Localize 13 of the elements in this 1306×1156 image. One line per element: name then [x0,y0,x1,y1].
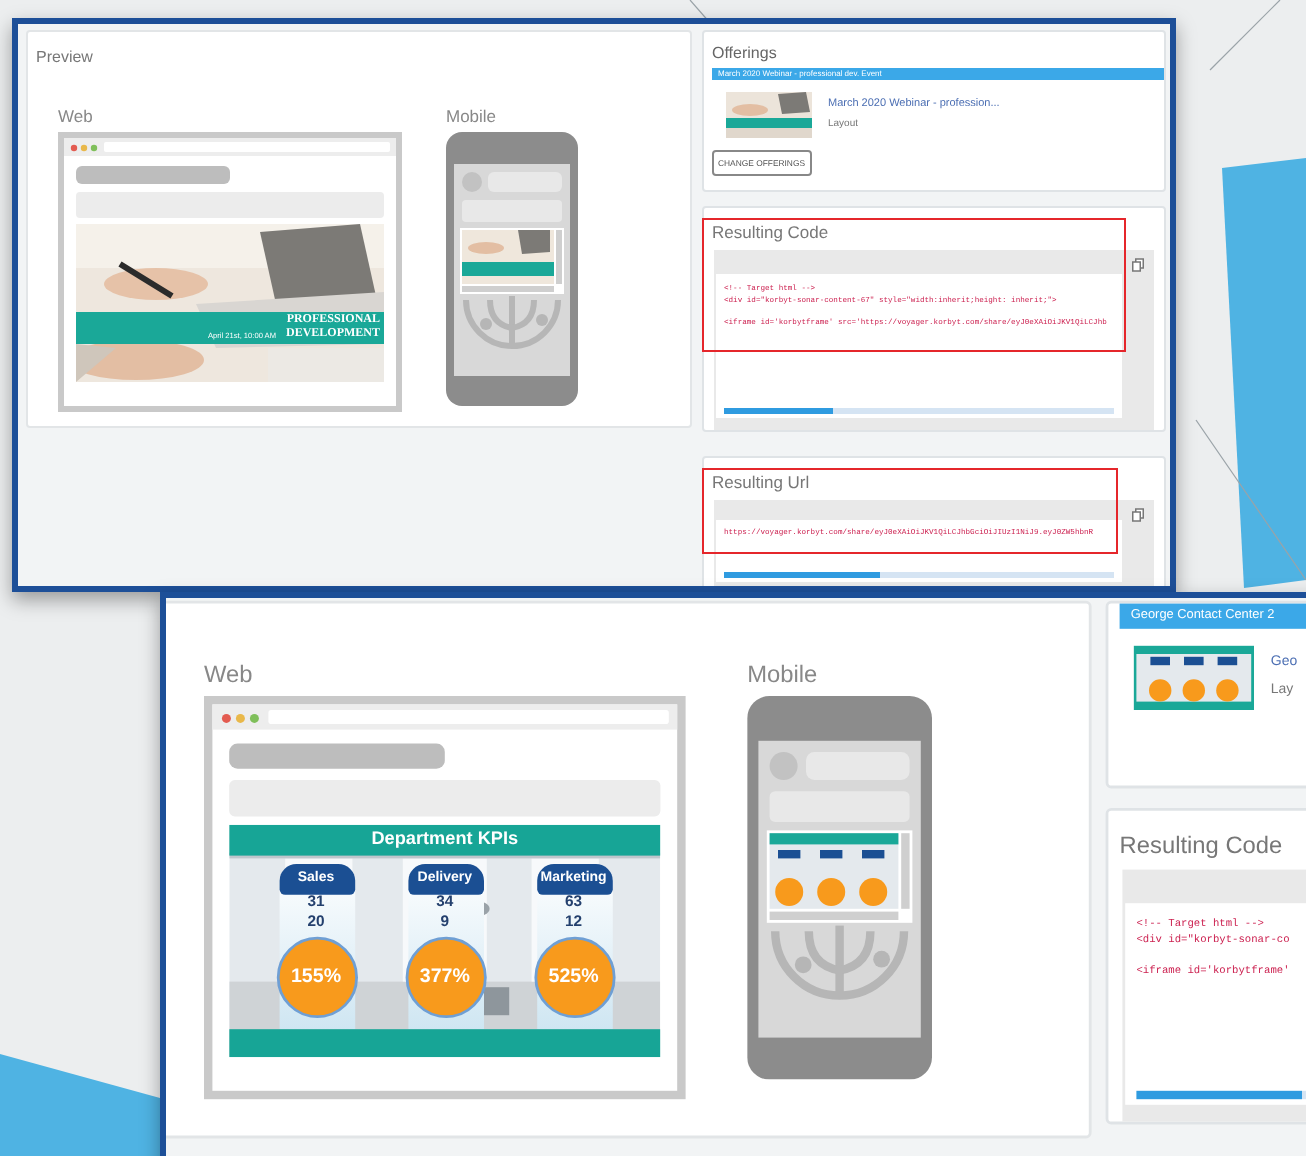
preview-label: Mobile [747,659,818,688]
panel-title: Resulting Code [1119,830,1285,859]
panel-title: Resulting Code [712,222,831,242]
preview-label: Mobile [446,106,497,126]
percent-badge: 155% [275,936,357,1018]
percent-badge: 377% [404,936,486,1018]
preview-label: Web [204,659,253,688]
panel-title: Resulting Url [712,472,812,492]
preview-label: Web [58,106,93,126]
dashboard-title: Department KPIs [371,830,519,850]
panel-title: Offerings [712,44,779,62]
percent-badge: 525% [533,936,615,1018]
panel-title: Preview [36,48,95,66]
